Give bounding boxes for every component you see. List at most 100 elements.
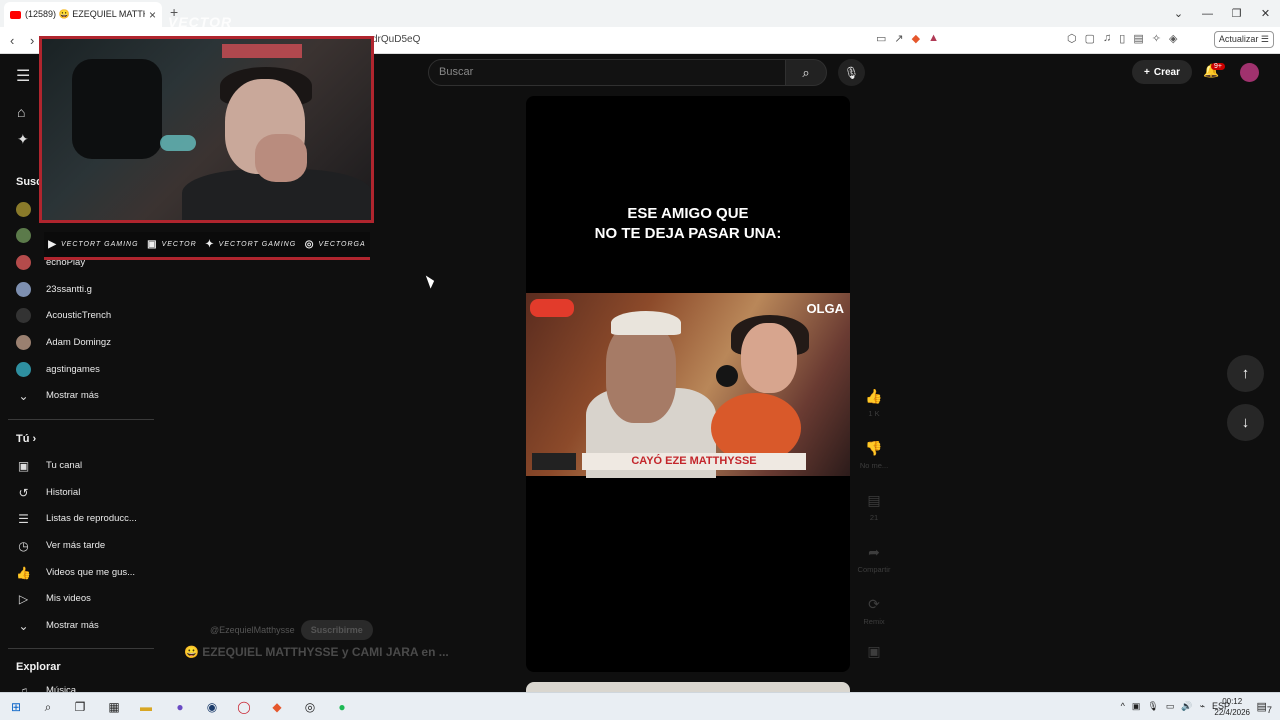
app-icon[interactable]: ▦ (106, 699, 122, 715)
show-more-subs-button[interactable]: ⌄ Mostrar más (16, 388, 152, 403)
spotify-icon[interactable]: ● (334, 699, 350, 715)
channel-avatar (16, 255, 31, 270)
sound-thumbnail[interactable]: ▣ (852, 643, 896, 660)
usb-icon[interactable]: ⌁ (1200, 701, 1205, 712)
back-arrow-icon[interactable]: ‹ (10, 33, 14, 48)
next-short-preview[interactable] (526, 682, 850, 692)
brave-icon[interactable]: ◆ (269, 699, 285, 715)
extensions-icon[interactable]: ⬡ (1067, 32, 1077, 45)
url-field[interactable]: drQuD5eQ (372, 34, 420, 45)
forward-arrow-icon[interactable]: › (30, 33, 34, 48)
wallet-icon[interactable]: ▤ (1133, 32, 1143, 45)
music-control-icon[interactable]: ♫ (1103, 32, 1111, 45)
close-tab-icon[interactable]: × (149, 8, 156, 22)
like-icon: 👍 (16, 565, 31, 580)
video-title[interactable]: 😀 EZEQUIEL MATTHYSSE y CAMI JARA en ... (184, 645, 449, 659)
mic-tray-icon[interactable]: 🎙 (1147, 701, 1158, 712)
sidebar-item-your-channel[interactable]: ▣ Tu canal (16, 458, 152, 473)
notification-badge: 9+ (1211, 63, 1225, 70)
clock-icon: ◷ (18, 538, 29, 553)
comments-button[interactable]: ▤ 21 (852, 492, 896, 522)
social-label: VECTORT GAMING (61, 241, 139, 248)
audio-icon: ▣ (867, 643, 881, 659)
shorts-icon[interactable]: ✦ (17, 131, 29, 148)
thumbs-up-icon: 👍 (865, 388, 883, 404)
task-view-icon[interactable]: ❐ (72, 699, 88, 715)
sidebar-sub-item[interactable]: Adam Domingz (16, 335, 152, 350)
vpn-icon[interactable]: ◈ (1169, 32, 1177, 45)
opera-icon[interactable]: ◯ (236, 699, 252, 715)
obs-icon[interactable]: ◎ (302, 699, 318, 715)
channel-handle[interactable]: @EzequielMatthysse (210, 625, 295, 635)
sidebar-item-my-videos[interactable]: ▷ Mis videos (16, 591, 152, 606)
minimize-button[interactable]: — (1193, 0, 1222, 27)
you-header[interactable]: Tú › (16, 433, 36, 445)
file-explorer-icon[interactable]: ▬ (138, 699, 154, 715)
next-short-button[interactable]: ↓ (1227, 404, 1264, 441)
sidebar-item-label: Mostrar más (46, 620, 99, 631)
show-more-you-button[interactable]: ⌄ Mostrar más (16, 618, 152, 633)
notification-center-icon[interactable]: ▤7 (1257, 700, 1273, 715)
search-input[interactable]: Buscar (428, 59, 786, 86)
leo-icon[interactable]: ✧ (1152, 32, 1161, 45)
social-bar: ▶ VECTORT GAMING ▣ VECTOR ✦ VECTORT GAMING … (44, 232, 370, 260)
voice-search-button[interactable]: 🎙 (838, 59, 865, 86)
sidebar-item-history[interactable]: ↺ Historial (16, 485, 152, 500)
address-actions: ▭ ↗ ◆ ▲ (876, 32, 939, 45)
volume-icon[interactable]: 🔊 (1181, 701, 1192, 712)
like-count: 1 K (868, 409, 880, 418)
olga-tag: OLGA (806, 301, 844, 316)
share-button[interactable]: ➦ Compartir (852, 544, 896, 574)
social-label: VECTORT GAMING (218, 241, 297, 248)
background-light (222, 44, 302, 58)
social-twitter: ✦ VECTORT GAMING (205, 239, 296, 250)
youtube-icon: ▶ (48, 239, 57, 250)
steam-icon[interactable]: ◉ (204, 699, 220, 715)
sidebar-icon[interactable]: ▯ (1119, 32, 1125, 45)
avatar[interactable] (1240, 63, 1259, 82)
sidebar-sub-item[interactable]: agstingames (16, 362, 152, 377)
like-button[interactable]: 👍 1 K (852, 388, 896, 418)
microphone-icon (716, 365, 738, 387)
search-icon[interactable]: ⌕ (40, 699, 56, 715)
system-clock[interactable]: 00:12 22/4/2026 (1214, 696, 1250, 718)
cast-icon[interactable]: ▭ (876, 32, 886, 45)
chevron-down-icon: ⌄ (18, 618, 29, 633)
sidebar-sub-item[interactable]: AcousticTrench (16, 308, 152, 323)
share-icon[interactable]: ↗ (894, 32, 903, 45)
dislike-button[interactable]: 👎 No me... (852, 440, 896, 470)
sidebar-item-label: Tu canal (46, 460, 83, 471)
maximize-button[interactable]: ❐ (1222, 0, 1251, 27)
arrow-down-icon: ↓ (1241, 414, 1250, 431)
shorts-player[interactable]: ESE AMIGO QUE NO TE DEJA PASAR UNA: OLGA… (526, 96, 850, 672)
sidebar-item-label: Mis videos (46, 593, 91, 604)
create-button[interactable]: + Crear (1132, 60, 1192, 84)
search-button[interactable]: ⌕ (785, 59, 827, 86)
network-icon[interactable]: ▭ (1166, 701, 1175, 712)
discord-icon[interactable]: ● (172, 699, 188, 715)
home-icon[interactable]: ⌂ (17, 104, 25, 120)
update-button[interactable]: Actualizar ☰ (1213, 31, 1274, 48)
clock-date: 22/4/2026 (1214, 708, 1250, 717)
tray-app-icon[interactable]: ▣ (1132, 701, 1141, 712)
subscribe-button[interactable]: Suscribirme (300, 620, 373, 640)
remix-button[interactable]: ⟳ Remix (852, 596, 896, 626)
rewards-icon[interactable]: ▲ (928, 32, 939, 45)
brave-shield-icon[interactable]: ◆ (912, 32, 920, 45)
hamburger-menu-icon[interactable]: ☰ (16, 66, 30, 86)
sidebar-item-watch-later[interactable]: ◷ Ver más tarde (16, 538, 152, 553)
sidebar-item-playlists[interactable]: ☰ Listas de reproducc... (16, 511, 152, 526)
browser-tab[interactable]: (12589) 😀 EZEQUIEL MATTHY... × (4, 2, 162, 27)
sidebar-item-label: Listas de reproducc... (46, 513, 137, 524)
sidebar-sub-item[interactable]: 23ssantti.g (16, 282, 152, 297)
tab-search-button[interactable]: ⌄ (1164, 0, 1193, 27)
close-window-button[interactable]: ✕ (1251, 0, 1280, 27)
chevron-up-icon[interactable]: ^ (1121, 701, 1125, 712)
windows-start-icon[interactable]: ⊞ (8, 699, 24, 715)
tab-icon[interactable]: ▢ (1085, 32, 1095, 45)
sidebar-item-liked-videos[interactable]: 👍 Videos que me gus... (16, 565, 152, 580)
tab-title: (12589) 😀 EZEQUIEL MATTHY... (25, 9, 145, 19)
sidebar-item-label: Mostrar más (46, 390, 99, 401)
previous-short-button[interactable]: ↑ (1227, 355, 1264, 392)
channel-avatar (16, 282, 31, 297)
